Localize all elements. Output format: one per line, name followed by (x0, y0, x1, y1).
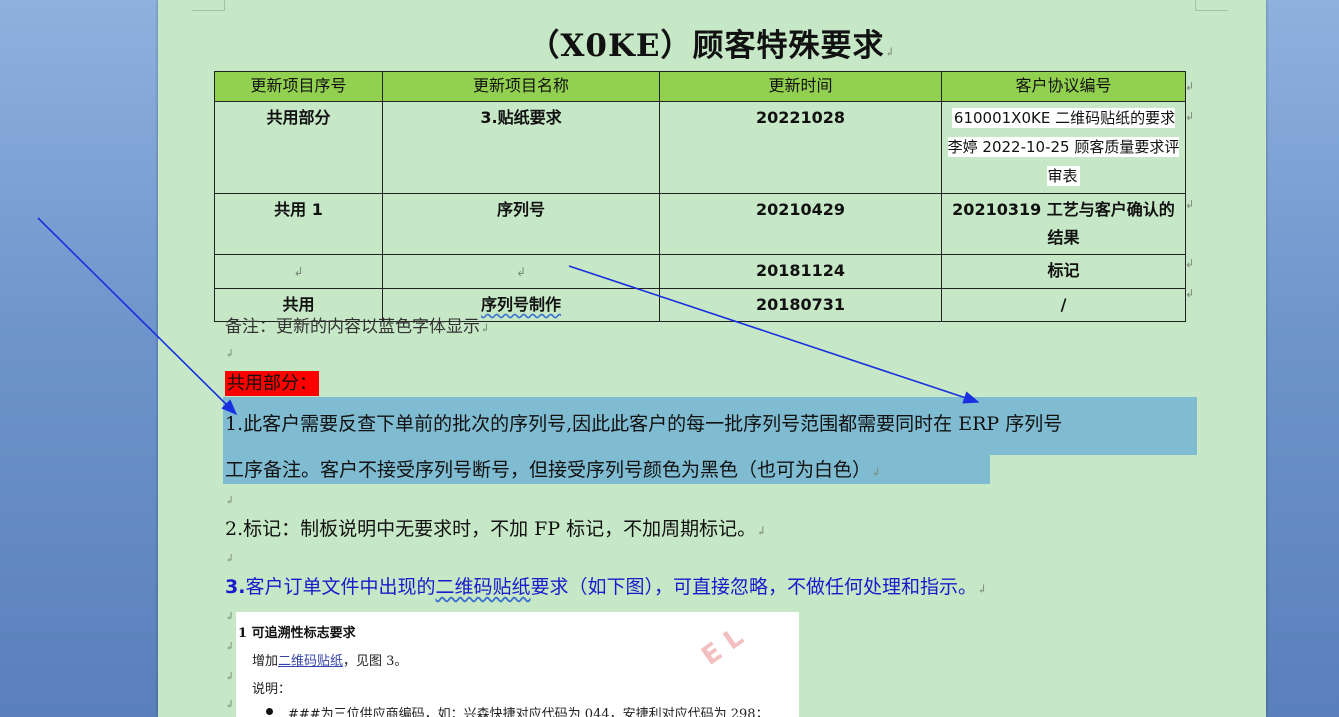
item3-pre: 客户订单文件中出现的 (245, 576, 436, 598)
cell-seq[interactable]: 共用 1 (214, 193, 383, 255)
cell-agreement[interactable]: 20210319 工艺与客户确认的结果 (941, 193, 1186, 255)
image-line-1-link: 二维码贴纸 (278, 654, 344, 669)
paragraph-mark: ↲ (756, 524, 767, 538)
cell-seq[interactable]: ↲ (214, 254, 383, 289)
page-corner-mark-left (192, 0, 225, 11)
paragraph-mark: ↲ (871, 465, 882, 479)
item3-keyword: 二维码贴纸 (435, 576, 531, 598)
shared-heading-text: 共用部分： (225, 371, 319, 396)
item1-line1[interactable]: 1.此客户需要反查下单前的批次的序列号,因此此客户的每一批序列号范围都需要同时在… (225, 409, 1062, 436)
empty-paragraph[interactable]: ↲ (225, 494, 234, 507)
paragraph-mark: ↲ (977, 582, 988, 596)
item2-text: 2.标记：制板说明中无要求时，不加 FP 标记，不加周期标记。 (225, 518, 757, 540)
paragraph-mark: ↲ (515, 265, 527, 279)
update-table[interactable]: 更新项目序号 更新项目名称 更新时间 客户协议编号 共用部分 3.贴纸要求 20… (214, 71, 1186, 322)
header-seq[interactable]: 更新项目序号 (214, 71, 383, 102)
paragraph-mark: ↲ (225, 670, 235, 683)
paragraph-mark: ↲ (884, 45, 896, 59)
cell-agreement[interactable]: 标记 (941, 254, 1186, 289)
note-paragraph[interactable]: 备注：更新的内容以蓝色字体显示↲ (225, 312, 490, 337)
header-date[interactable]: 更新时间 (659, 71, 942, 102)
cell-agreement[interactable]: 610001X0KE 二维码贴纸的要求李婷 2022-10-25 顾客质量要求评… (941, 101, 1186, 194)
paragraph-mark: ↲ (225, 610, 235, 623)
table-row: 共用部分 3.贴纸要求 20221028 610001X0KE 二维码贴纸的要求… (214, 101, 1186, 194)
paragraph-mark: ↲ (293, 265, 304, 279)
image-line-1: 增加二维码贴纸，见图 3。 (252, 650, 407, 669)
image-line-2: 说明： (252, 682, 292, 697)
row-end-mark: ↲ (1185, 287, 1195, 300)
item3-post: 要求（如下图），可直接忽略，不做任何处理和指示。 (530, 576, 977, 598)
document-page[interactable]: （X0KE）顾客特殊要求↲ 更新项目序号 更新项目名称 更新时间 客户协议编号 … (158, 0, 1266, 717)
image-line-3: ###为三位供应商编码，如：兴森快捷对应代码为 044，安捷利对应代码为 298… (288, 707, 769, 717)
table-row: ↲ ↲ 20181124 标记 (214, 254, 1186, 289)
page-corner-mark-right (1195, 0, 1228, 11)
paragraph-mark: ↲ (225, 698, 235, 711)
table-row: 共用 1 序列号 20210429 20210319 工艺与客户确认的结果 (214, 193, 1186, 255)
image-heading: 1 可追溯性标志要求 (238, 626, 356, 641)
bullet-icon (266, 708, 273, 715)
cell-date[interactable]: 20210429 (659, 193, 942, 255)
embedded-requirement-image[interactable]: 1 可追溯性标志要求 增加二维码贴纸，见图 3。 说明： ###为三位供应商编码… (236, 612, 799, 717)
item3-paragraph[interactable]: 3.客户订单文件中出现的二维码贴纸要求（如下图），可直接忽略，不做任何处理和指示… (225, 572, 987, 599)
shared-heading[interactable]: 共用部分： (225, 369, 319, 396)
row-end-mark: ↲ (1185, 80, 1195, 93)
table-header-row: 更新项目序号 更新项目名称 更新时间 客户协议编号 (214, 71, 1186, 102)
cell-date[interactable]: 20181124 (659, 254, 942, 289)
document-title[interactable]: （X0KE）顾客特殊要求↲ (158, 20, 1266, 65)
paragraph-mark: ↲ (225, 640, 235, 653)
row-end-mark: ↲ (1185, 110, 1195, 123)
item1-line2-text: 工序备注。客户不接受序列号断号，但接受序列号颜色为黑色（也可为白色） (225, 459, 872, 481)
cell-name[interactable]: 序列号 (382, 193, 660, 255)
agreement-text: 610001X0KE 二维码贴纸的要求李婷 2022-10-25 顾客质量要求评… (947, 108, 1180, 186)
cell-seq[interactable]: 共用部分 (214, 101, 383, 194)
row-end-mark: ↲ (1185, 198, 1195, 211)
cell-agreement[interactable]: / (941, 288, 1186, 322)
header-name[interactable]: 更新项目名称 (382, 71, 660, 102)
cell-name[interactable]: ↲ (382, 254, 660, 289)
cell-date[interactable]: 20180731 (659, 288, 942, 322)
header-agreement[interactable]: 客户协议编号 (941, 71, 1186, 102)
item2-paragraph[interactable]: 2.标记：制板说明中无要求时，不加 FP 标记，不加周期标记。↲ (225, 514, 766, 541)
note-text: 备注：更新的内容以蓝色字体显示 (225, 317, 480, 337)
cell-name[interactable]: 3.贴纸要求 (382, 101, 660, 194)
document-title-text: （X0KE）顾客特殊要求 (528, 28, 885, 64)
empty-paragraph[interactable]: ↲ (225, 552, 234, 565)
row-end-mark: ↲ (1185, 257, 1195, 270)
item3-number: 3. (225, 576, 246, 598)
image-line-1-pre: 增加 (252, 654, 279, 669)
watermark-stamp: E L (696, 622, 750, 672)
paragraph-mark: ↲ (480, 321, 491, 335)
item1-line2[interactable]: 工序备注。客户不接受序列号断号，但接受序列号颜色为黑色（也可为白色）↲ (225, 455, 881, 482)
cell-name-text: 序列号制作 (480, 295, 561, 314)
cell-date[interactable]: 20221028 (659, 101, 942, 194)
empty-paragraph[interactable]: ↲ (225, 347, 234, 360)
image-line-1-post: ，见图 3。 (343, 654, 408, 669)
